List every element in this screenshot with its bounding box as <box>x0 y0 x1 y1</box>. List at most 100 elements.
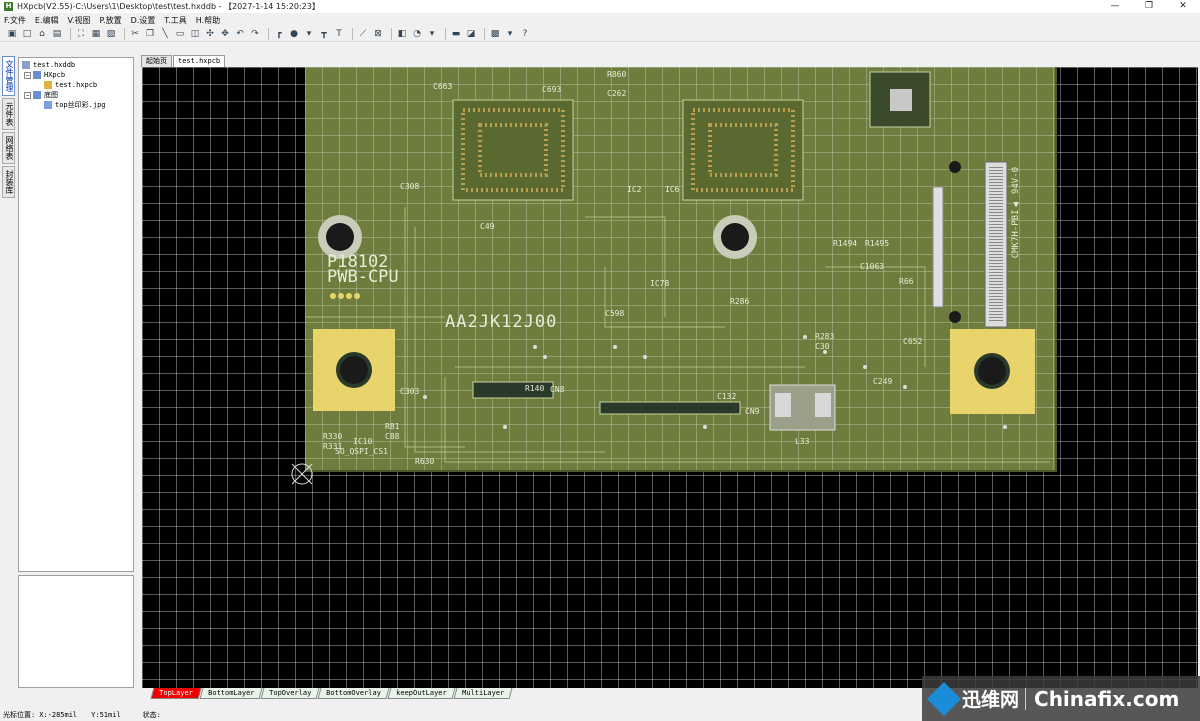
tab-start-page[interactable]: 起始页 <box>141 55 172 67</box>
tree-label: test.hxddb <box>33 61 76 69</box>
copy-icon[interactable]: ❐ <box>144 28 156 40</box>
redo-icon[interactable]: ↷ <box>249 28 261 40</box>
board-icon[interactable]: ◪ <box>465 28 477 40</box>
menu-settings[interactable]: D.设置 <box>131 15 156 26</box>
tab-component-list[interactable]: 元件表 <box>2 98 15 130</box>
ref-label: C132 <box>717 392 737 401</box>
zoom-area-icon[interactable]: ▦ <box>90 28 102 40</box>
new-file-icon[interactable]: □ <box>21 28 33 40</box>
new-project-icon[interactable]: ▣ <box>6 28 18 40</box>
collapse-icon[interactable]: − <box>24 91 31 99</box>
tree-item-pcb-file[interactable]: test.hxpcb <box>22 80 130 90</box>
layer-tab-keepout[interactable]: keepOutLayer <box>387 688 456 699</box>
pcb-canvas[interactable]: AA2JK12J00 PWB-CPU P18102 CMK7H-PBI▲ 94V… <box>142 67 1198 688</box>
tree-item-base-image[interactable]: − 底图 <box>22 90 130 100</box>
undo-icon[interactable]: ↶ <box>234 28 246 40</box>
open-icon[interactable]: ⌂ <box>36 28 48 40</box>
ref-label: C262 <box>607 89 627 98</box>
tab-test-hxpcb[interactable]: test.hxpcb <box>173 55 226 67</box>
ref-label: R331 <box>323 442 343 451</box>
tree-item-root[interactable]: test.hxddb <box>22 60 130 70</box>
document-tabs: 起始页 test.hxpcb <box>141 55 226 67</box>
minimize-button[interactable]: — <box>1098 0 1132 13</box>
zoom-page-icon[interactable]: ▧ <box>105 28 117 40</box>
text-icon[interactable]: T <box>333 28 345 40</box>
menu-place[interactable]: P.放置 <box>99 15 121 26</box>
layer-icon[interactable]: ◧ <box>396 28 408 40</box>
move-icon[interactable]: ✥ <box>219 28 231 40</box>
layer-tabs: TopLayer BottomLayer TopOverlay BottomOv… <box>150 688 513 699</box>
ul-mark-label: CMK7H-PBI▲ 94V-0 <box>1011 167 1021 259</box>
ref-label: C30 <box>815 342 830 351</box>
ref-label: R283 <box>815 332 835 341</box>
save-icon[interactable]: ▤ <box>51 28 63 40</box>
layer-tab-bottom-overlay[interactable]: BottomOverlay <box>317 688 390 699</box>
close-button[interactable]: ✕ <box>1166 0 1200 13</box>
collapse-icon[interactable]: − <box>24 71 31 79</box>
pcb-file-icon <box>44 81 52 89</box>
ref-label: IC10 <box>353 437 373 446</box>
menu-tools[interactable]: T.工具 <box>164 15 186 26</box>
rect-icon[interactable]: ▭ <box>174 28 186 40</box>
ref-label: IC78 <box>650 279 670 288</box>
via-icon[interactable]: ● <box>288 28 300 40</box>
cursor-position-label: 光标位置: <box>3 711 36 719</box>
layer-tab-multi[interactable]: MultiLayer <box>453 688 513 699</box>
line-icon[interactable]: ╲ <box>159 28 171 40</box>
delete-icon[interactable]: ⊠ <box>372 28 384 40</box>
ref-label: C663 <box>433 82 453 91</box>
pcb-traces <box>305 71 1050 463</box>
toolbar-divider <box>124 27 125 40</box>
tree-item-image-file[interactable]: top丝印彩.jpg <box>22 100 130 110</box>
watermark: 迅维网 Chinafix.com <box>922 676 1200 721</box>
layer-tab-bottom[interactable]: BottomLayer <box>199 688 263 699</box>
zoom-fit-icon[interactable]: ⛶ <box>75 28 87 40</box>
measure-icon[interactable]: ⟋ <box>357 28 369 40</box>
tab-net-list[interactable]: 网络表 <box>2 132 15 164</box>
drc-icon[interactable]: ◔ <box>411 28 423 40</box>
toolbar-divider <box>391 27 392 40</box>
net-icon[interactable]: ✣ <box>204 28 216 40</box>
ref-label: C303 <box>400 387 420 396</box>
dropdown-icon[interactable]: ▾ <box>426 28 438 40</box>
toolbar: ▣ □ ⌂ ▤ ⛶ ▦ ▧ ✂ ❐ ╲ ▭ ◫ ✣ ✥ ↶ ↷ ┏ ● ▾ ┳ … <box>0 26 1200 42</box>
file-tree: test.hxddb − HXpcb test.hxpcb − 底图 top丝印… <box>18 57 134 572</box>
layer-tab-label: MultiLayer <box>461 689 504 697</box>
image-file-icon <box>44 101 52 109</box>
ref-label: R81 <box>385 422 400 431</box>
ref-label: C88 <box>385 432 400 441</box>
title-bar: H HXpcb(V2.55)-C:\Users\1\Desktop\test\t… <box>0 0 1200 13</box>
route-icon[interactable]: ┏ <box>273 28 285 40</box>
menu-help[interactable]: H.帮助 <box>196 15 220 26</box>
database-icon <box>22 61 30 69</box>
layer-tab-top-overlay[interactable]: TopOverlay <box>260 688 320 699</box>
layer-tab-label: BottomLayer <box>207 689 255 697</box>
tree-item-hxpcb[interactable]: − HXpcb <box>22 70 130 80</box>
sidebar-tabs: 文件管理 元件表 网络表 封装库 <box>2 56 16 706</box>
ref-label: C693 <box>542 85 562 94</box>
tab-file-manager[interactable]: 文件管理 <box>2 56 15 96</box>
ref-label: R140 <box>525 384 545 393</box>
menu-edit[interactable]: E.编辑 <box>35 15 59 26</box>
tree-label: top丝印彩.jpg <box>55 101 106 109</box>
grid-icon[interactable]: ▩ <box>489 28 501 40</box>
status-label: 状态: <box>142 711 161 719</box>
layer-tab-label: keepOutLayer <box>396 689 447 697</box>
pad-icon[interactable]: ┳ <box>318 28 330 40</box>
maximize-button[interactable]: ❐ <box>1132 0 1166 13</box>
chip-label: SO_QSPI_CS1 <box>335 447 388 456</box>
folder-icon <box>33 91 41 99</box>
menu-file[interactable]: F.文件 <box>4 15 26 26</box>
layer-tab-top[interactable]: TopLayer <box>150 688 202 699</box>
highlight-icon[interactable]: ▬ <box>450 28 462 40</box>
ref-label: IC6 <box>665 185 680 194</box>
dropdown-icon[interactable]: ▾ <box>504 28 516 40</box>
help-icon[interactable]: ? <box>519 28 531 40</box>
cut-icon[interactable]: ✂ <box>129 28 141 40</box>
ref-label: C49 <box>480 222 495 231</box>
dropdown-icon[interactable]: ▾ <box>303 28 315 40</box>
menu-view[interactable]: V.视图 <box>67 15 90 26</box>
component-icon[interactable]: ◫ <box>189 28 201 40</box>
tab-footprint-lib[interactable]: 封装库 <box>2 166 15 198</box>
watermark-en: Chinafix.com <box>1034 686 1180 711</box>
